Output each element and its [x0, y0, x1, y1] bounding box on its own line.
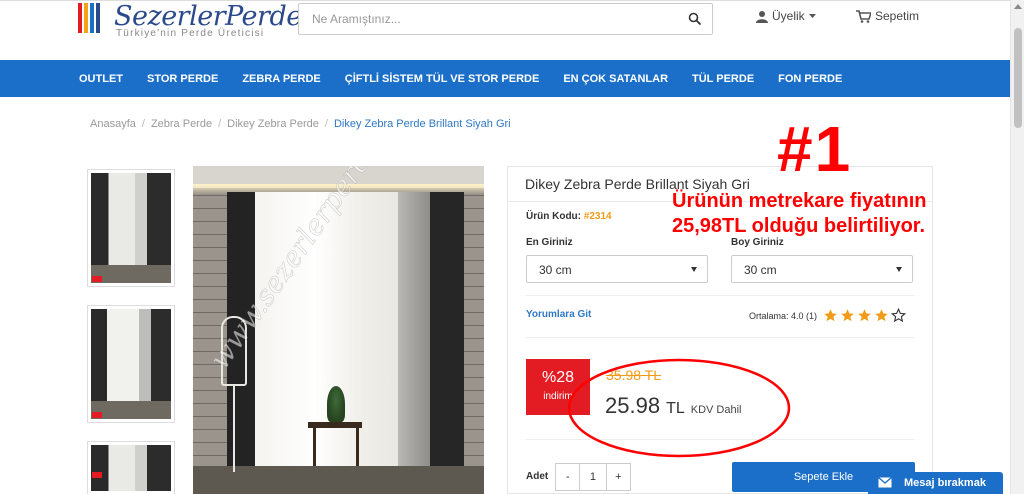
main-nav: OUTLET STOR PERDE ZEBRA PERDE ÇİFTLİ SİS…: [0, 60, 1010, 97]
image-table-leg: [313, 428, 316, 466]
image-cage-stand: [233, 384, 235, 472]
breadcrumb-current: Dikey Zebra Perde Brillant Siyah Gri: [333, 118, 511, 130]
scroll-thumb[interactable]: [1014, 28, 1022, 128]
image-curtain-dark: [430, 192, 464, 494]
quantity-value[interactable]: 1: [579, 464, 607, 490]
nav-item-ciftli-sistem[interactable]: ÇİFTLİ SİSTEM TÜL VE STOR PERDE: [345, 73, 540, 85]
nav-item-zebra-perde[interactable]: ZEBRA PERDE: [242, 73, 320, 85]
image-plant: [327, 386, 345, 422]
chat-label: Mesaj bırakmak: [904, 477, 986, 489]
quantity-decrease-button[interactable]: -: [556, 464, 579, 490]
chevron-down-icon: [691, 267, 697, 272]
thumbnail-badge: [92, 412, 102, 418]
breadcrumb-home[interactable]: Anasayfa: [90, 118, 136, 130]
width-label: En Giriniz: [526, 237, 573, 248]
product-code: Ürün Kodu: #2314: [526, 211, 612, 222]
annotation-line: Ürünün metrekare fiyatının: [672, 190, 927, 212]
divider: [525, 295, 915, 296]
nav-item-tul-perde[interactable]: TÜL PERDE: [692, 73, 754, 85]
breadcrumb-zebra-perde[interactable]: Zebra Perde: [151, 118, 212, 130]
nav-item-en-cok-satanlar[interactable]: EN ÇOK SATANLAR: [563, 73, 668, 85]
divider: [525, 337, 915, 338]
width-select-value: 30 cm: [539, 263, 572, 277]
logo-mark: [78, 3, 104, 33]
reviews-link[interactable]: Yorumlara Git: [526, 309, 591, 320]
product-code-value: #2314: [583, 211, 612, 222]
thumbnail-badge: [92, 276, 102, 282]
site-header: SezerlerPerde Türkiye'nin Perde Üreticis…: [0, 0, 1010, 60]
image-side-table: [308, 422, 362, 428]
user-icon: [756, 10, 768, 23]
cart-label: Sepetim: [875, 9, 920, 23]
star-filled-icon: [858, 309, 871, 322]
star-filled-icon: [875, 309, 888, 322]
chevron-down-icon: [896, 267, 902, 272]
scroll-up-arrow[interactable]: [1014, 4, 1022, 9]
height-select-value: 30 cm: [744, 263, 777, 277]
annotation-oval: [567, 358, 791, 458]
mail-icon: [878, 477, 892, 488]
product-code-label: Ürün Kodu:: [526, 211, 581, 222]
thumbnail-badge: [92, 472, 102, 478]
nav-item-fon-perde[interactable]: FON PERDE: [778, 73, 842, 85]
chat-widget-button[interactable]: Mesaj bırakmak: [868, 472, 1003, 494]
search-input[interactable]: [299, 4, 679, 34]
rating-summary: Ortalama: 4.0 (1): [749, 308, 907, 323]
star-filled-icon: [841, 309, 854, 322]
annotation-text: Ürünün metrekare fiyatının 25,98TL olduğ…: [672, 189, 927, 239]
star-empty-icon: [891, 308, 907, 323]
image-floor: [193, 466, 484, 494]
breadcrumb-dikey-zebra[interactable]: Dikey Zebra Perde: [227, 118, 319, 130]
annotation-line: 25,98TL olduğu belirtiliyor.: [672, 215, 926, 237]
page-scrollbar[interactable]: [1010, 0, 1024, 494]
chevron-down-icon: [808, 13, 816, 18]
breadcrumb: Anasayfa / Zebra Perde / Dikey Zebra Per…: [90, 118, 511, 130]
thumbnail-image: [91, 445, 171, 491]
image-table-leg: [356, 428, 359, 466]
product-thumbnail[interactable]: [87, 441, 175, 494]
thumbnail-floor: [91, 265, 171, 283]
product-thumbnail[interactable]: [87, 169, 175, 287]
account-menu[interactable]: Üyelik: [756, 9, 816, 23]
product-thumbnail[interactable]: [87, 305, 175, 423]
nav-item-stor-perde[interactable]: STOR PERDE: [147, 73, 218, 85]
brand-tagline: Türkiye'nin Perde Üreticisi: [116, 28, 265, 39]
annotation-number: #1: [777, 113, 853, 185]
account-label: Üyelik: [772, 9, 805, 23]
rating-text: Ortalama: 4.0 (1): [749, 310, 818, 321]
image-curtain-white: [255, 192, 405, 494]
width-select[interactable]: 30 cm: [526, 255, 708, 283]
search-icon[interactable]: [688, 12, 702, 26]
image-curtain-grey: [398, 192, 430, 494]
rating-stars: [823, 308, 907, 323]
nav-item-outlet[interactable]: OUTLET: [79, 73, 123, 85]
breadcrumb-separator: /: [324, 118, 328, 130]
brand-logo[interactable]: SezerlerPerde Türkiye'nin Perde Üreticis…: [78, 1, 302, 41]
star-filled-icon: [824, 309, 837, 322]
quantity-increase-button[interactable]: +: [607, 464, 630, 490]
breadcrumb-separator: /: [218, 118, 222, 130]
quantity-stepper: - 1 +: [555, 463, 631, 491]
search-box: [298, 3, 713, 35]
quantity-label: Adet: [526, 471, 549, 482]
cart-icon: [856, 9, 871, 23]
breadcrumb-separator: /: [141, 118, 145, 130]
height-select[interactable]: 30 cm: [731, 255, 913, 283]
product-main-image[interactable]: www.sezerlerperde.com: [193, 166, 484, 494]
cart-link[interactable]: Sepetim: [856, 9, 919, 23]
thumbnail-floor: [91, 401, 171, 419]
